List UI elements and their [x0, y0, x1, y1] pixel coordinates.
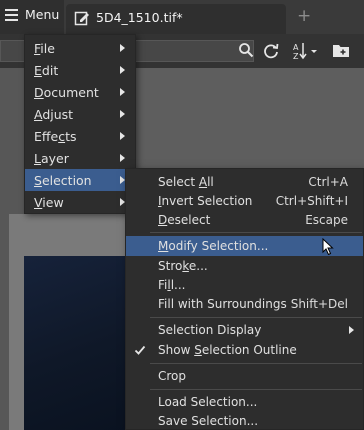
menu-separator — [150, 232, 362, 233]
new-tab-button[interactable]: + — [297, 6, 311, 26]
hamburger-icon — [5, 9, 18, 21]
svg-text:Z: Z — [293, 52, 299, 61]
menu-item-document[interactable]: Document — [25, 81, 135, 103]
refresh-icon[interactable] — [262, 42, 280, 60]
submenu-item-label: Load Selection... — [158, 395, 258, 409]
menu-separator — [150, 363, 362, 364]
main-menu: File Edit Document Adjust Effects Layer … — [24, 34, 136, 214]
submenu-item-label: Invert Selection — [158, 194, 253, 208]
submenu-item-select-all[interactable]: Select All Ctrl+A — [126, 172, 363, 192]
menu-separator — [150, 317, 362, 318]
checkmark-icon — [134, 345, 146, 355]
submenu-arrow-icon — [120, 88, 125, 96]
new-folder-icon[interactable] — [332, 42, 350, 58]
submenu-item-label: Modify Selection... — [158, 239, 269, 253]
shortcut-label: Shift+Del — [290, 297, 348, 311]
image-canvas[interactable] — [24, 256, 134, 430]
submenu-item-label: Fill with Surroundings — [158, 297, 287, 311]
submenu-item-label: Selection Display — [158, 323, 262, 337]
menu-item-file[interactable]: File — [25, 37, 135, 59]
submenu-item-invert-selection[interactable]: Invert Selection Ctrl+Shift+I — [126, 191, 363, 211]
document-tab[interactable]: 5D4_1510.tif* — [66, 4, 286, 34]
menu-item-adjust[interactable]: Adjust — [25, 103, 135, 125]
submenu-item-label: Stroke... — [158, 259, 208, 273]
submenu-arrow-icon — [120, 110, 125, 118]
menu-item-effects[interactable]: Effects — [25, 125, 135, 147]
submenu-arrow-icon — [120, 132, 125, 140]
submenu-item-label: Fill... — [158, 278, 186, 292]
menu-item-selection[interactable]: Selection — [25, 169, 135, 191]
svg-text:A: A — [293, 43, 299, 52]
menu-item-layer[interactable]: Layer — [25, 147, 135, 169]
menu-item-view[interactable]: View — [25, 191, 135, 213]
submenu-item-fill[interactable]: Fill... — [126, 275, 363, 295]
submenu-arrow-icon — [120, 154, 125, 162]
submenu-item-fill-with-surroundings[interactable]: Fill with Surroundings Shift+Del — [126, 294, 363, 314]
selection-submenu: Select All Ctrl+A Invert Selection Ctrl+… — [125, 168, 364, 430]
submenu-item-label: Select All — [158, 175, 214, 189]
submenu-item-label: Save Selection... — [158, 414, 259, 428]
submenu-arrow-icon — [120, 66, 125, 74]
submenu-item-show-selection-outline[interactable]: Show Selection Outline — [126, 340, 363, 360]
menu-separator — [150, 389, 362, 390]
shortcut-label: Escape — [305, 213, 348, 227]
submenu-item-selection-display[interactable]: Selection Display — [126, 320, 363, 340]
menu-item-label: Adjust — [34, 107, 74, 122]
menu-item-label: Effects — [34, 129, 77, 144]
submenu-item-save-selection[interactable]: Save Selection... — [126, 411, 363, 430]
submenu-item-load-selection[interactable]: Load Selection... — [126, 392, 363, 412]
mouse-cursor-icon — [322, 238, 334, 256]
submenu-item-deselect[interactable]: Deselect Escape — [126, 210, 363, 230]
menu-item-label: View — [34, 195, 64, 210]
edit-document-icon — [74, 11, 89, 26]
submenu-arrow-icon — [120, 44, 125, 52]
search-icon[interactable] — [238, 42, 254, 58]
submenu-item-crop[interactable]: Crop — [126, 366, 363, 386]
menu-item-label: Layer — [34, 151, 69, 166]
sort-icon[interactable]: A Z — [292, 41, 318, 61]
shortcut-label: Ctrl+Shift+I — [275, 194, 348, 208]
submenu-item-stroke[interactable]: Stroke... — [126, 256, 363, 276]
submenu-item-label: Show Selection Outline — [158, 343, 297, 357]
shortcut-label: Ctrl+A — [308, 175, 348, 189]
menu-item-label: Document — [34, 85, 99, 100]
document-tab-title: 5D4_1510.tif* — [96, 10, 183, 25]
menu-button[interactable]: Menu — [0, 0, 64, 34]
menu-item-edit[interactable]: Edit — [25, 59, 135, 81]
submenu-item-label: Crop — [158, 369, 187, 383]
menu-item-label: Edit — [34, 63, 59, 78]
menu-item-label: File — [34, 41, 55, 56]
submenu-item-label: Deselect — [158, 213, 211, 227]
menu-item-label: Selection — [34, 173, 92, 188]
menu-button-label: Menu — [25, 7, 60, 22]
submenu-arrow-icon — [349, 326, 354, 334]
